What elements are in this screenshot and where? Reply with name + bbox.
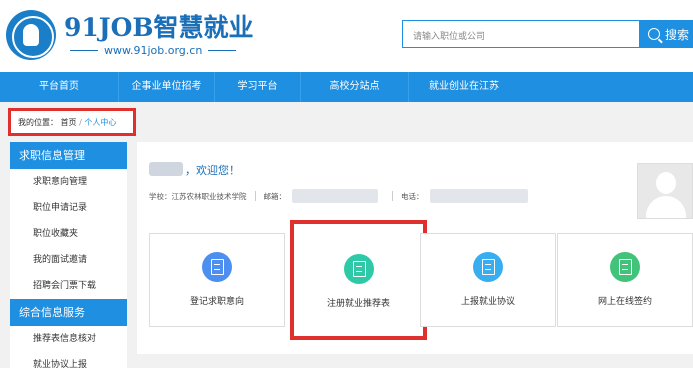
sidebar: 求职信息管理 求职意向管理 职位申请记录 职位收藏夹 我的面试邀请 招聘会门票下… <box>10 142 127 368</box>
info-divider <box>254 191 256 201</box>
email-redacted <box>292 189 378 203</box>
sidebar-item-applications[interactable]: 职位申请记录 <box>10 195 127 221</box>
sidebar-section-services[interactable]: 综合信息服务 <box>10 299 127 326</box>
nav-item-exams[interactable]: 企事业单位招考 <box>119 72 215 102</box>
agreement-icon <box>473 252 503 282</box>
search-icon <box>648 28 660 40</box>
logo-line-right <box>208 49 237 51</box>
user-avatar[interactable] <box>637 163 693 219</box>
logo-emblem-icon <box>6 10 56 60</box>
card-label: 网上在线签约 <box>597 297 652 307</box>
sidebar-item-agreement[interactable]: 就业协议上报 <box>10 352 127 368</box>
card-report-agreement[interactable]: 上报就业协议 <box>420 233 556 327</box>
breadcrumb: 我的位置： 首页 / 个人中心 <box>8 108 136 136</box>
nav-item-learning[interactable]: 学习平台 <box>215 72 301 102</box>
logo-url-row: www.91job.org.cn <box>64 44 254 57</box>
nav-item-campus-sites[interactable]: 高校分站点 <box>301 72 409 102</box>
card-label: 上报就业协议 <box>460 297 515 307</box>
welcome-text: ，欢迎您！ <box>185 164 240 177</box>
user-info-row: 学校：江苏农林职业技术学院 邮箱： 电话： <box>149 189 534 203</box>
document-icon <box>343 254 374 284</box>
phone-label: 电话： <box>401 191 424 201</box>
logo-title: 91JOB智慧就业 <box>64 12 254 42</box>
sidebar-item-favorites[interactable]: 职位收藏夹 <box>10 221 127 247</box>
site-logo[interactable]: 91JOB智慧就业 www.91job.org.cn <box>6 10 254 60</box>
search-button[interactable]: 搜索 <box>640 20 693 48</box>
card-label: 登记求职意向 <box>189 297 244 307</box>
breadcrumb-home[interactable]: 首页 <box>61 118 77 127</box>
info-divider <box>392 191 393 201</box>
form-icon <box>202 252 232 282</box>
card-register-intent[interactable]: 登记求职意向 <box>149 233 285 327</box>
email-label: 邮箱： <box>263 191 287 201</box>
avatar-body-icon <box>646 196 686 218</box>
logo-url: www.91job.org.cn <box>104 43 203 57</box>
breadcrumb-prefix: 我的位置： <box>18 118 58 127</box>
sidebar-item-interviews[interactable]: 我的面试邀请 <box>10 247 127 273</box>
site-header: 91JOB智慧就业 www.91job.org.cn 请输入职位或公司 搜索 <box>0 0 693 72</box>
card-online-sign[interactable]: 网上在线签约 <box>557 233 693 327</box>
nav-item-home[interactable]: 平台首页 <box>0 72 119 102</box>
search-button-label: 搜索 <box>665 27 690 42</box>
nav-item-jiangsu[interactable]: 就业创业在江苏 <box>409 72 519 102</box>
logo-line-left <box>70 49 98 51</box>
sign-icon <box>610 252 640 282</box>
breadcrumb-current: 个人中心 <box>84 118 117 127</box>
breadcrumb-separator: / <box>79 118 82 127</box>
sidebar-item-verify[interactable]: 推荐表信息核对 <box>10 326 127 352</box>
logo-text: 91JOB智慧就业 www.91job.org.cn <box>64 12 254 57</box>
avatar-head-icon <box>656 172 676 194</box>
username-redacted <box>149 162 183 176</box>
card-label: 注册就业推荐表 <box>326 299 390 309</box>
main-panel: ，欢迎您！ 学校：江苏农林职业技术学院 邮箱： 电话： 登记求职意向 注册就业推… <box>137 142 693 354</box>
phone-redacted <box>429 189 528 203</box>
sidebar-section-job-info[interactable]: 求职信息管理 <box>10 142 127 169</box>
search-input[interactable]: 请输入职位或公司 <box>402 20 640 48</box>
main-nav: 平台首页 企事业单位招考 学习平台 高校分站点 就业创业在江苏 <box>0 72 693 102</box>
sidebar-item-job-intent[interactable]: 求职意向管理 <box>10 169 127 195</box>
school-label: 学校：江苏农林职业技术学院 <box>149 191 247 201</box>
card-register-recommendation[interactable]: 注册就业推荐表 <box>290 220 427 340</box>
sidebar-item-tickets[interactable]: 招聘会门票下载 <box>10 273 127 299</box>
